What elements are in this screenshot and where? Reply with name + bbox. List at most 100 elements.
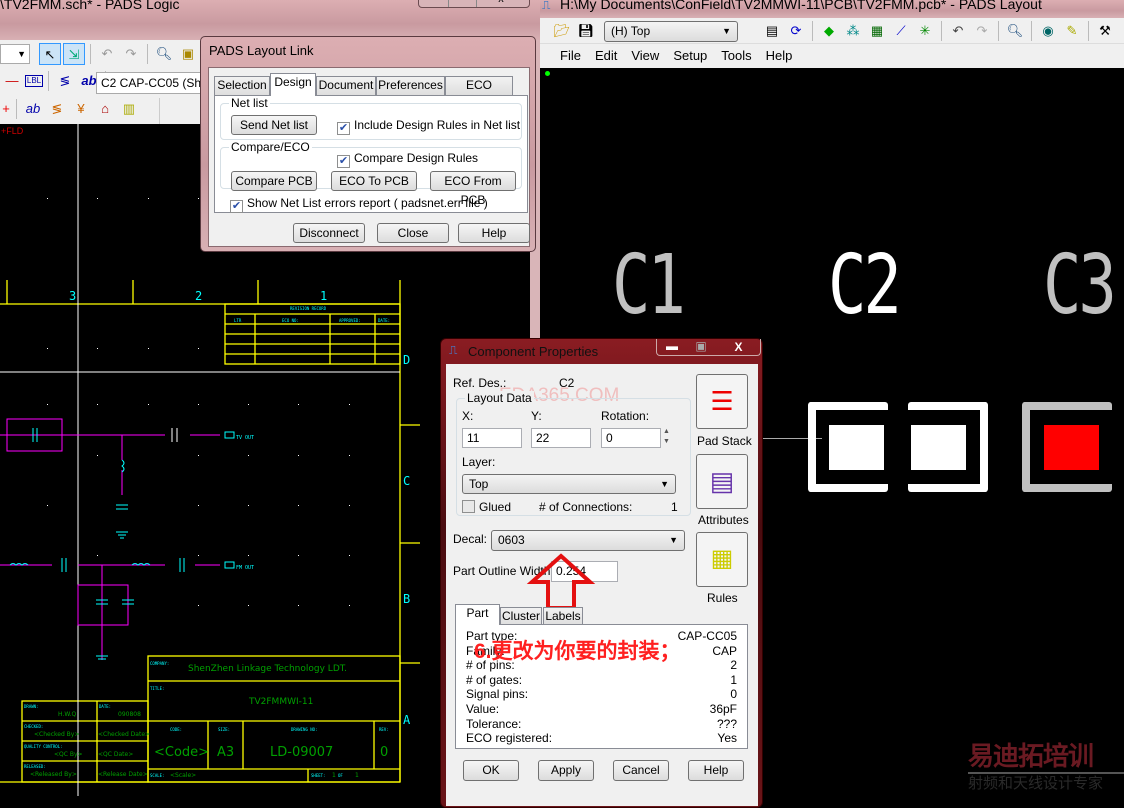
decal-label: Decal: [453,532,488,546]
rotation-label: Rotation: [601,409,650,423]
check-icon: ✔ [337,155,350,168]
close-button[interactable]: x [481,0,521,5]
undo-icon[interactable]: ↶ [947,20,969,42]
route-icon[interactable]: ⁂ [842,20,864,42]
redo-icon[interactable]: ↷ [120,43,142,65]
layer-combo[interactable]: (H) Top ▼ [604,21,738,42]
tab-selection[interactable]: Selection [214,76,270,95]
net-label-fm-out[interactable]: FM OUT [236,565,254,571]
c2-pad-1[interactable] [829,425,884,470]
checked-date: <Checked Date> [98,731,150,738]
sheet-border [0,280,420,783]
tab-eco-names[interactable]: ECO Names [445,76,513,109]
tab-document[interactable]: Document [316,76,376,95]
ok-button[interactable]: OK [463,760,519,781]
label-icon[interactable]: LBL [25,75,43,87]
tab-cluster[interactable]: Cluster [500,607,542,625]
ruler-icon[interactable]: ▥ [118,98,140,120]
add-icon[interactable]: + [1,98,11,120]
zoom-icon[interactable]: 🔍︎ [1004,20,1026,42]
undo-icon[interactable]: ↶ [96,43,118,65]
row-letter: B [403,592,410,606]
maximize-button[interactable]: ▣ [687,339,715,355]
rules-button[interactable]: ▦ [696,532,748,587]
menu-tools[interactable]: Tools [721,48,751,63]
edit-bus-icon[interactable]: ≶ [46,98,68,120]
drafting-icon[interactable]: ◆ [818,20,840,42]
glued-label: Glued [479,500,512,514]
refresh-icon[interactable]: ⟳ [785,20,807,42]
layout-app-icon: ⎍ [542,0,551,12]
menu-edit[interactable]: Edit [595,48,617,63]
menu-setup[interactable]: Setup [673,48,707,63]
send-netlist-button[interactable]: Send Net list [231,115,317,135]
help-button[interactable]: Help [688,760,744,781]
toolbar-combo[interactable]: ▼ [0,44,30,64]
ref-label-c3[interactable]: C3 [1043,238,1117,333]
c3-pad-1[interactable] [1044,425,1099,470]
edit-text-icon[interactable]: ab [22,98,44,120]
properties-icon[interactable]: ▤ [761,20,783,42]
tab-preferences[interactable]: Preferences [376,76,445,95]
ref-label-c1[interactable]: C1 [612,238,686,333]
compare-rules-checkbox[interactable]: ✔ Compare Design Rules [337,151,478,168]
lock-text-icon[interactable]: ⌂ [94,98,116,120]
maximize-button[interactable] [449,0,477,7]
minimize-button[interactable] [419,0,449,7]
glued-checkbox[interactable]: Glued [462,500,511,514]
pad-stack-button[interactable]: ☰ [696,374,748,429]
help-button[interactable]: Help [458,223,530,243]
close-button[interactable]: X [715,339,762,355]
disconnect-button[interactable]: Disconnect [293,223,365,243]
net-label-tv-out[interactable]: TV OUT [236,435,254,441]
select-mode-icon[interactable]: ⇲ [63,43,85,65]
save-icon[interactable]: 💾︎ [575,20,597,42]
eco-from-pcb-button[interactable]: ECO From PCB [430,171,516,207]
ref-label-c2[interactable]: C2 [828,238,902,333]
attributes-button[interactable]: ▤ [696,454,748,509]
zoom-icon[interactable]: 🔍︎ [153,43,175,65]
connect-icon[interactable]: ⟋ [890,20,912,42]
menu-view[interactable]: View [631,48,659,63]
layer-select[interactable]: Top ▼ [462,474,676,494]
layer-combo-value: (H) Top [611,24,651,38]
design-icon[interactable]: ▦ [866,20,888,42]
show-errors-checkbox[interactable]: ✔ Show Net List errors report ( padsnet.e… [230,196,488,213]
paint-icon[interactable]: ✎ [1061,20,1083,42]
properties-icon[interactable]: ▣ [177,43,199,65]
tab-part[interactable]: Part [455,604,500,625]
include-rules-checkbox[interactable]: ✔ Include Design Rules in Net list [337,118,520,135]
component-icon[interactable]: ✳ [914,20,936,42]
bus-icon[interactable]: ≶ [54,70,76,92]
open-icon[interactable]: 📂︎ [551,20,573,42]
tab-labels[interactable]: Labels [543,607,583,625]
c2-pad-2[interactable] [911,425,966,470]
decal-select[interactable]: 0603 ▼ [491,530,685,551]
compare-pcb-button[interactable]: Compare PCB [231,171,317,191]
select-filter-icon[interactable]: ↖ [39,43,61,65]
rotation-input[interactable]: 0 [601,428,661,448]
tb-label: REV: [379,727,389,732]
layer-label: Layer: [462,455,496,469]
x-input[interactable]: 11 [462,428,522,448]
rotation-spinner[interactable]: ▲ ▼ [663,427,670,447]
component-properties-title: Component Properties [468,344,599,359]
size-value: A3 [217,745,234,760]
redo-icon[interactable]: ↷ [971,20,993,42]
menu-file[interactable]: File [560,48,581,63]
minimize-button[interactable]: ▬ [657,339,687,355]
window-icon[interactable]: ▣ [1118,20,1124,42]
apply-button[interactable]: Apply [538,760,594,781]
menu-help[interactable]: Help [766,48,793,63]
hammer-icon[interactable]: ⚒ [1094,20,1116,42]
tab-design[interactable]: Design [270,73,316,96]
eco-to-pcb-button[interactable]: ECO To PCB [331,171,417,191]
close-button[interactable]: Close [377,223,449,243]
cancel-button[interactable]: Cancel [613,760,669,781]
edit-field-icon[interactable]: ¥ [70,98,92,120]
view-icon[interactable]: ◉ [1037,20,1059,42]
wire-icon[interactable]: — [1,70,23,92]
y-input[interactable]: 22 [531,428,591,448]
column-number: 2 [195,289,202,303]
part-combo[interactable]: C2 CAP-CC05 (She [96,72,216,94]
